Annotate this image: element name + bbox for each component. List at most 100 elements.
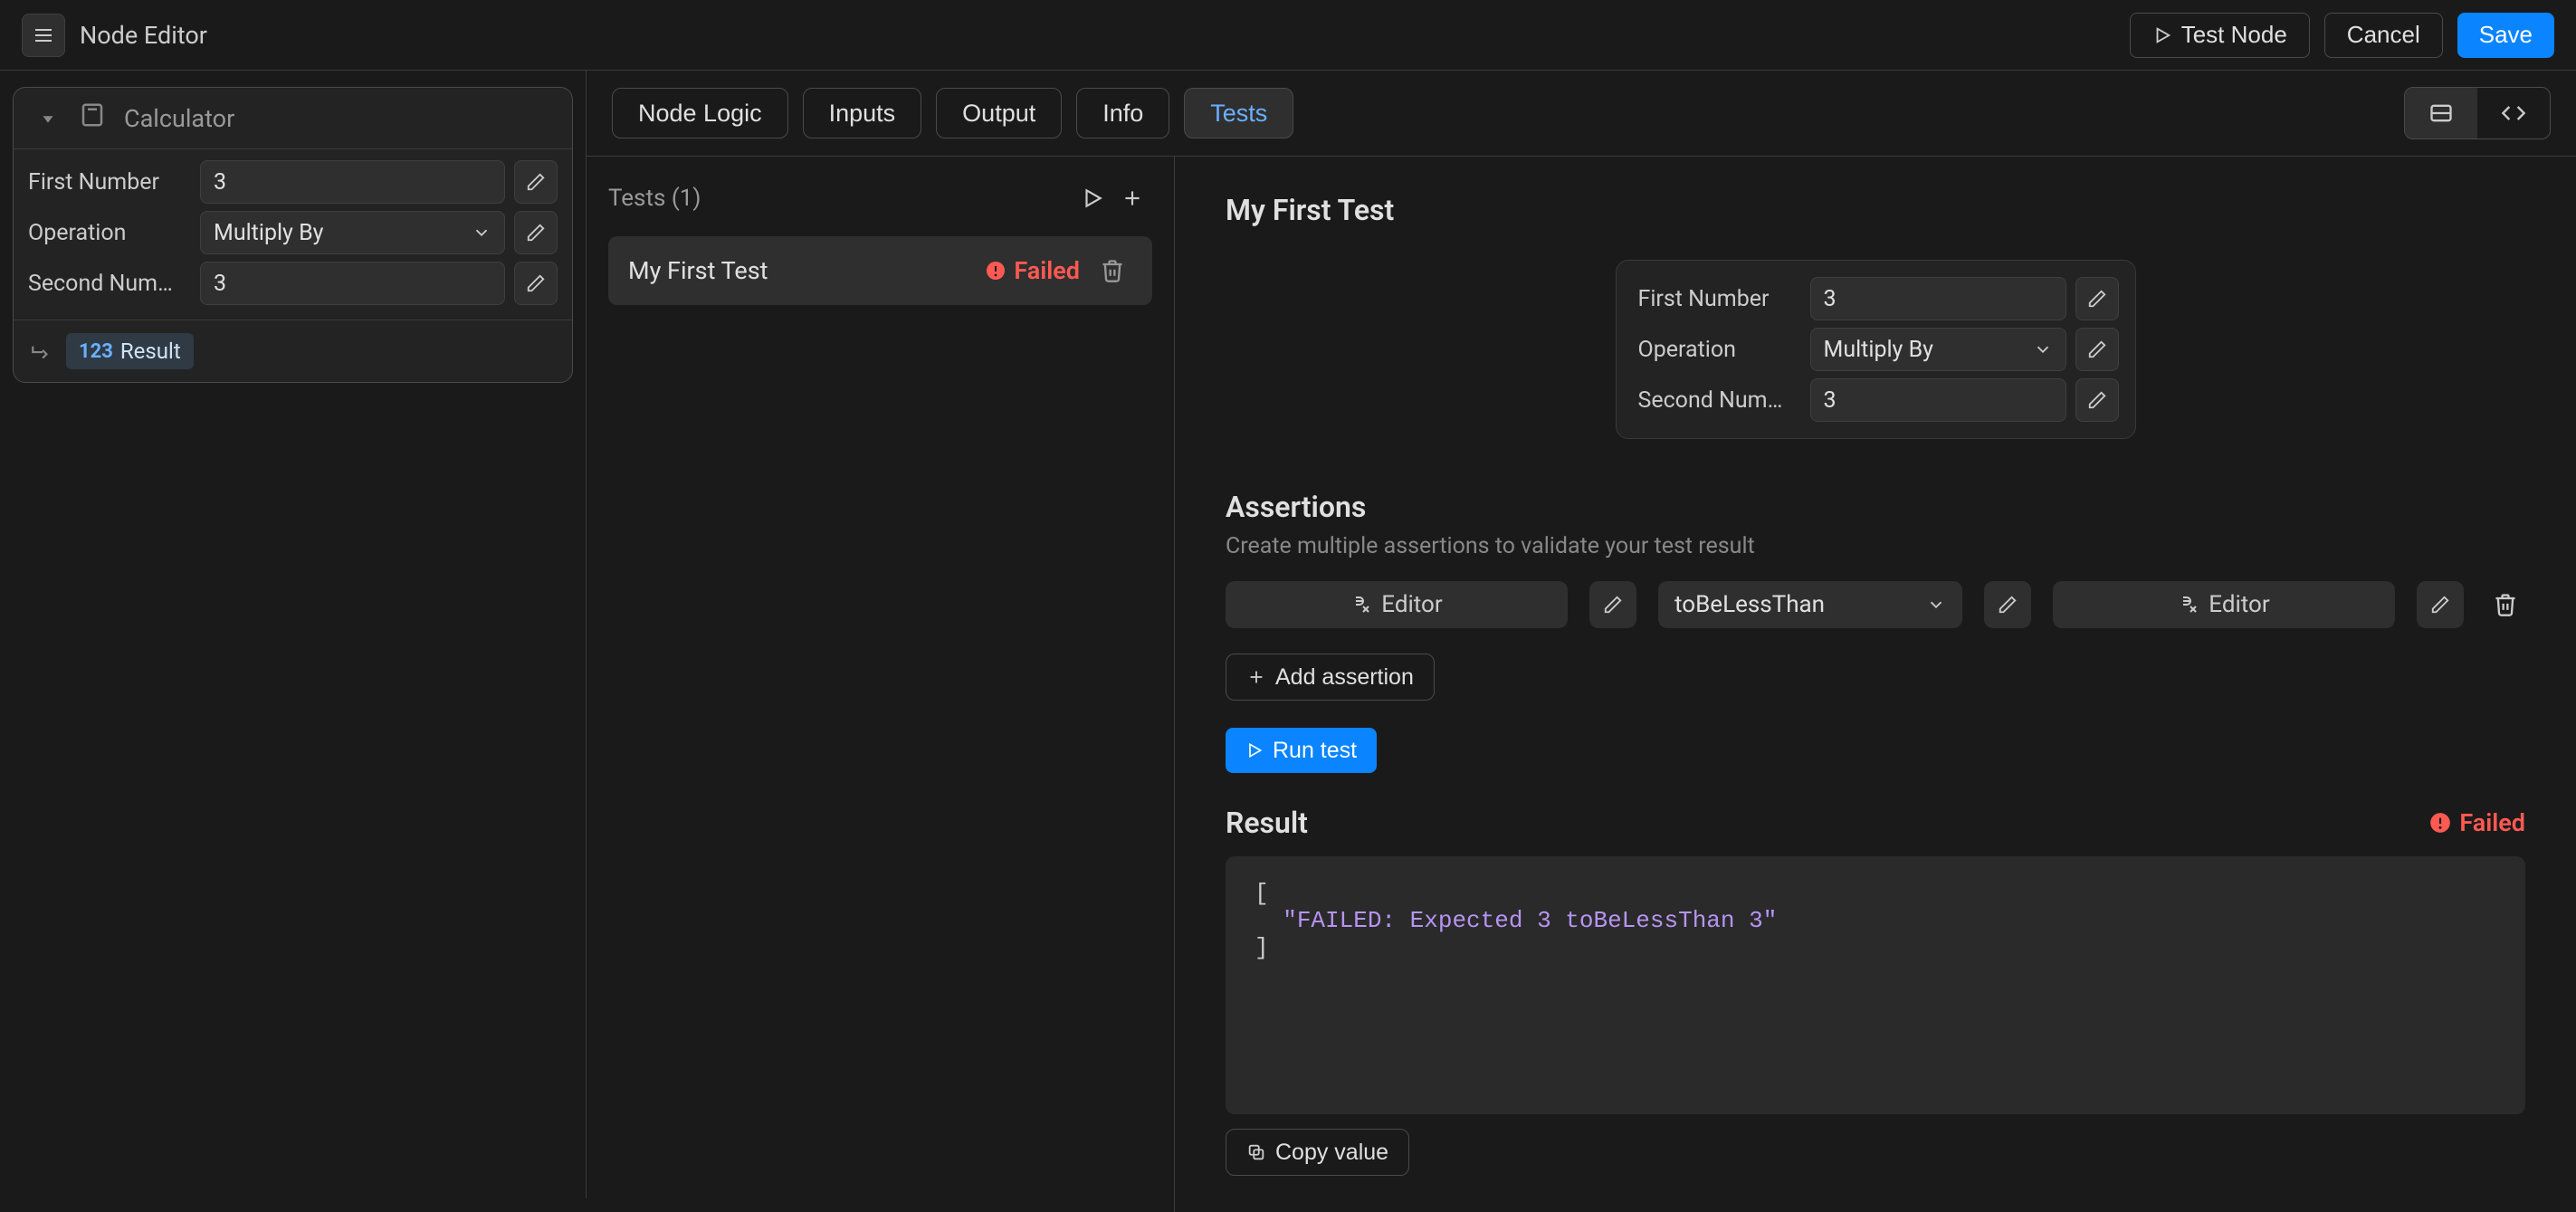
collapse-toggle[interactable] [35,106,61,131]
detail-second-number-edit[interactable] [2075,378,2119,422]
tab-node-logic[interactable]: Node Logic [612,88,788,138]
pencil-icon [2087,339,2107,359]
add-test-button[interactable] [1112,178,1152,218]
fx-icon [1350,594,1372,616]
code-open: [ [1255,880,1269,907]
play-icon [2152,25,2172,45]
menu-icon [33,24,54,46]
node-card: Calculator First Number 3 Operation Mult… [13,87,573,383]
assertion-comparator[interactable]: toBeLessThan [1658,581,1962,628]
run-test-label: Run test [1273,738,1357,764]
trash-icon [2493,592,2518,617]
detail-operation-edit[interactable] [2075,328,2119,371]
second-number-value[interactable]: 3 [200,262,505,305]
assertion-left-label: Editor [1381,591,1442,618]
pencil-icon [2087,289,2107,309]
result-status-text: Failed [2459,808,2525,837]
assertion-left-editor[interactable]: Editor [1226,581,1568,628]
pencil-icon [1603,595,1623,615]
pencil-icon [1998,595,2018,615]
result-code-block: [ "FAILED: Expected 3 toBeLessThan 3" ] [1226,856,2525,1114]
plus-icon [1246,667,1266,687]
panel-icon [2428,100,2454,126]
test-detail-pane: My First Test First Number 3 Operation M… [1175,157,2576,1212]
view-panel-button[interactable] [2405,88,2477,138]
node-card-body: First Number 3 Operation Multiply By [14,149,572,320]
add-assertion-button[interactable]: Add assertion [1226,654,1435,701]
pencil-icon [526,172,546,192]
main-area: Calculator First Number 3 Operation Mult… [0,71,2576,1198]
calculator-icon [79,101,106,129]
calculator-icon [79,101,106,135]
tabs-row: Node Logic Inputs Output Info Tests [587,71,2576,157]
run-all-tests-button[interactable] [1073,178,1112,218]
test-item-status: Failed [985,256,1080,285]
cancel-button[interactable]: Cancel [2324,13,2443,58]
tab-output[interactable]: Output [936,88,1062,138]
assertion-right-label: Editor [2209,591,2269,618]
result-chip[interactable]: 123 Result [66,333,194,369]
save-label: Save [2479,21,2533,49]
play-icon [1245,741,1264,759]
detail-second-number-label: Second Num… [1638,387,1801,414]
trash-icon [1100,258,1125,283]
assertion-right-editor[interactable]: Editor [2053,581,2395,628]
detail-second-number-value[interactable]: 3 [1810,378,2066,422]
second-number-edit[interactable] [514,262,558,305]
test-detail-title: My First Test [1226,193,2525,227]
node-card-footer: 123 Result [14,320,572,382]
test-item-name: My First Test [628,256,768,285]
run-test-button[interactable]: Run test [1226,728,1377,773]
second-number-label: Second Num… [28,271,191,297]
node-card-header: Calculator [14,88,572,149]
top-bar: Node Editor Test Node Cancel Save [0,0,2576,71]
copy-value-label: Copy value [1275,1140,1388,1166]
detail-first-number-value[interactable]: 3 [1810,277,2066,320]
tests-count-label: Tests (1) [608,185,701,212]
detail-first-number-edit[interactable] [2075,277,2119,320]
operation-label: Operation [28,220,191,246]
test-list-item[interactable]: My First Test Failed [608,236,1152,305]
page-title: Node Editor [80,21,207,50]
detail-first-number-text: 3 [1824,286,1837,312]
node-card-title: Calculator [124,104,234,133]
caret-down-icon [38,109,58,129]
delete-assertion-button[interactable] [2485,585,2525,625]
assertion-right-edit[interactable] [2417,581,2464,628]
menu-button[interactable] [22,14,65,57]
copy-value-button[interactable]: Copy value [1226,1129,1409,1176]
operation-select[interactable]: Multiply By [200,211,505,254]
assertion-left-edit[interactable] [1589,581,1636,628]
error-icon [2428,811,2452,835]
copy-icon [1246,1142,1266,1162]
pencil-icon [526,273,546,293]
assertion-comparator-edit[interactable] [1984,581,2031,628]
tab-info[interactable]: Info [1076,88,1169,138]
detail-first-number-label: First Number [1638,286,1801,312]
assertions-subtitle: Create multiple assertions to validate y… [1226,533,2525,559]
view-code-button[interactable] [2477,88,2550,138]
test-node-label: Test Node [2181,21,2287,49]
code-close: ] [1255,934,1269,961]
result-header: Result Failed [1226,806,2525,840]
tests-list-panel: Tests (1) My First Test Failed [587,157,1175,1212]
chevron-down-icon [1926,595,1946,615]
tab-inputs[interactable]: Inputs [803,88,922,138]
detail-second-number-text: 3 [1824,387,1837,414]
operation-edit[interactable] [514,211,558,254]
add-assertion-label: Add assertion [1275,664,1414,691]
detail-operation-label: Operation [1638,337,1801,363]
first-number-value[interactable]: 3 [200,160,505,204]
detail-operation: Operation Multiply By [1638,328,2119,371]
test-item-status-text: Failed [1014,256,1080,285]
test-node-button[interactable]: Test Node [2130,13,2310,58]
fx-icon [2178,594,2199,616]
detail-operation-select[interactable]: Multiply By [1810,328,2066,371]
first-number-edit[interactable] [514,160,558,204]
assertion-row: Editor toBeLessThan Editor [1226,581,2525,628]
save-button[interactable]: Save [2457,13,2554,58]
tab-tests[interactable]: Tests [1184,88,1293,138]
view-toggle [2404,87,2551,139]
delete-test-button[interactable] [1092,251,1132,291]
field-first-number: First Number 3 [28,160,558,204]
